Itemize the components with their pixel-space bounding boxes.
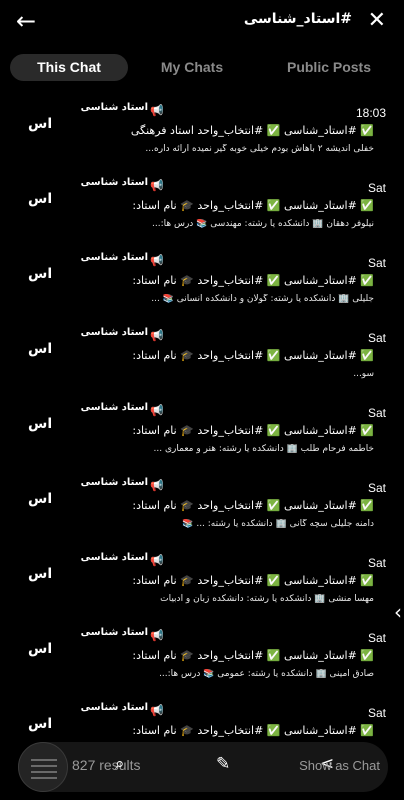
search-header: ← #استاد_شناسی ✕ bbox=[0, 0, 404, 44]
message-snippet: خفلی اندیشه ۲ باهاش بودم خیلی خوبه گیر ن… bbox=[145, 144, 374, 154]
author-name: استاد شناسی bbox=[80, 627, 148, 638]
avatar: اس bbox=[28, 416, 53, 432]
message-line: ✅ #استاد_شناسی ✅ #انتخاب_واحد 🎓 نام استا… bbox=[132, 574, 374, 587]
megaphone-icon: 📢 bbox=[150, 104, 164, 117]
message-time: Sat bbox=[367, 331, 386, 345]
arrow-left-icon[interactable]: ← bbox=[16, 6, 36, 36]
list-item[interactable]: اس 📢 استاد شناسی Sat ✅ #استاد_شناسی ✅ #ا… bbox=[0, 244, 404, 319]
message-snippet: خاطمه فرحام طلب 🏢 دانشکده یا رشته: هنر و… bbox=[153, 444, 374, 454]
list-item[interactable]: اس 📢 استاد شناسی Sat ✅ #استاد_شناسی ✅ #ا… bbox=[0, 319, 404, 394]
megaphone-icon: 📢 bbox=[150, 554, 164, 567]
megaphone-icon: 📢 bbox=[150, 404, 164, 417]
results-list: اس 📢 استاد شناسی 18:03 ✅ #استاد_شناسی ✅ … bbox=[0, 94, 404, 784]
list-item[interactable]: اس 📢 استاد شناسی Sat ✅ #استاد_شناسی ✅ #ا… bbox=[0, 619, 404, 694]
author-name: استاد شناسی bbox=[80, 702, 148, 713]
search-tabs: This Chat My Chats Public Posts bbox=[10, 54, 394, 81]
list-item[interactable]: اس 📢 استاد شناسی Sat ✅ #استاد_شناسی ✅ #ا… bbox=[0, 169, 404, 244]
tab-public-posts[interactable]: Public Posts bbox=[264, 54, 394, 81]
message-line: ✅ #استاد_شناسی ✅ #انتخاب_واحد 🎓 نام استا… bbox=[132, 724, 374, 737]
message-time: Sat bbox=[367, 706, 386, 720]
message-time: Sat bbox=[367, 181, 386, 195]
author-name: استاد شناسی bbox=[80, 102, 148, 113]
avatar: اس bbox=[28, 191, 53, 207]
author-name: استاد شناسی bbox=[80, 327, 148, 338]
megaphone-icon: 📢 bbox=[150, 704, 164, 717]
list-item[interactable]: اس 📢 استاد شناسی Sat ✅ #استاد_شناسی ✅ #ا… bbox=[0, 394, 404, 469]
avatar: اس bbox=[28, 566, 53, 582]
avatar[interactable] bbox=[18, 742, 68, 792]
bottom-bar: 827 results ⌕ ✎ ⋖ Show as Chat bbox=[18, 742, 388, 792]
message-time: Sat bbox=[367, 631, 386, 645]
message-line: ✅ #استاد_شناسی ✅ #انتخاب_واحد 🎓 نام استا… bbox=[132, 499, 374, 512]
megaphone-icon: 📢 bbox=[150, 329, 164, 342]
message-snippet: دامنه جلیلی سچه گانی 🏢 دانشکده یا رشته: … bbox=[182, 519, 374, 529]
message-snippet: جلیلی 🏢 دانشکده یا رشته: گولان و دانشکده… bbox=[151, 294, 374, 304]
message-snippet: سو... bbox=[353, 369, 374, 379]
message-time: Sat bbox=[367, 406, 386, 420]
message-snippet: نیلوفر دهقان 🏢 دانشکده یا رشته: مهندسی 📚… bbox=[152, 219, 374, 229]
avatar: اس bbox=[28, 341, 53, 357]
edit-icon[interactable]: ✎ bbox=[216, 754, 230, 774]
avatar: اس bbox=[28, 116, 53, 132]
message-line: ✅ #استاد_شناسی ✅ #انتخاب_واحد استاد فرهن… bbox=[130, 124, 374, 137]
list-item[interactable]: اس 📢 استاد شناسی Sat ✅ #استاد_شناسی ✅ #ا… bbox=[0, 544, 404, 619]
avatar: اس bbox=[28, 266, 53, 282]
tab-my-chats[interactable]: My Chats bbox=[140, 54, 244, 81]
author-name: استاد شناسی bbox=[80, 177, 148, 188]
results-count: 827 results bbox=[72, 757, 141, 773]
message-time: Sat bbox=[367, 556, 386, 570]
author-name: استاد شناسی bbox=[80, 477, 148, 488]
megaphone-icon: 📢 bbox=[150, 254, 164, 267]
chevron-left-icon[interactable]: ‹ bbox=[394, 600, 402, 624]
list-item[interactable]: اس 📢 استاد شناسی 18:03 ✅ #استاد_شناسی ✅ … bbox=[0, 94, 404, 169]
megaphone-icon: 📢 bbox=[150, 179, 164, 192]
search-query[interactable]: #استاد_شناسی bbox=[244, 11, 352, 27]
avatar: اس bbox=[28, 641, 53, 657]
message-time: 18:03 bbox=[355, 106, 386, 120]
message-time: Sat bbox=[367, 256, 386, 270]
author-name: استاد شناسی bbox=[80, 252, 148, 263]
megaphone-icon: 📢 bbox=[150, 479, 164, 492]
message-snippet: صادق امینی 🏢 دانشکده یا رشته: عمومی 📚 در… bbox=[159, 669, 374, 679]
message-snippet: مهسا منشی 🏢 دانشکده یا رشته: دانشکده زبا… bbox=[160, 594, 374, 604]
megaphone-icon: 📢 bbox=[150, 629, 164, 642]
tab-this-chat[interactable]: This Chat bbox=[10, 54, 128, 81]
list-item[interactable]: اس 📢 استاد شناسی Sat ✅ #استاد_شناسی ✅ #ا… bbox=[0, 469, 404, 544]
show-as-chat-button[interactable]: Show as Chat bbox=[299, 758, 380, 773]
calendar-search-icon[interactable]: ⌕ bbox=[115, 754, 125, 774]
message-line: ✅ #استاد_شناسی ✅ #انتخاب_واحد 🎓 نام استا… bbox=[132, 199, 374, 212]
message-line: ✅ #استاد_شناسی ✅ #انتخاب_واحد 🎓 نام استا… bbox=[132, 349, 374, 362]
message-line: ✅ #استاد_شناسی ✅ #انتخاب_واحد 🎓 نام استا… bbox=[132, 424, 374, 437]
avatar: اس bbox=[28, 491, 53, 507]
message-line: ✅ #استاد_شناسی ✅ #انتخاب_واحد 🎓 نام استا… bbox=[132, 274, 374, 287]
avatar: اس bbox=[28, 716, 53, 732]
author-name: استاد شناسی bbox=[80, 552, 148, 563]
message-line: ✅ #استاد_شناسی ✅ #انتخاب_واحد 🎓 نام استا… bbox=[132, 649, 374, 662]
close-icon[interactable]: ✕ bbox=[368, 6, 386, 36]
author-name: استاد شناسی bbox=[80, 402, 148, 413]
message-time: Sat bbox=[367, 481, 386, 495]
